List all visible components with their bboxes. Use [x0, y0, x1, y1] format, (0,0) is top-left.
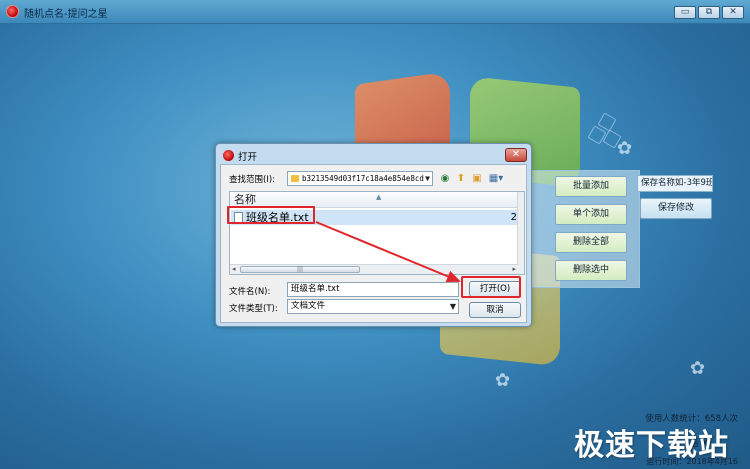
filename-label: 文件名(N): [229, 287, 271, 297]
save-changes-button[interactable]: 保存修改 [640, 198, 712, 219]
filetype-select[interactable]: 文档文件 ▼ [287, 299, 459, 314]
open-file-dialog: 打开 ✕ 查找范围(I): b3213549d03f17c18a4e854e8c… [215, 143, 532, 327]
dialog-body: 查找范围(I): b3213549d03f17c18a4e854e8cd ▼ ◉… [220, 164, 527, 323]
title-bar: 随机点名-提问之星 ▭ ⧉ ✕ [0, 0, 750, 24]
filename-input[interactable]: 班级名单.txt [287, 282, 459, 297]
look-in-label: 查找范围(I): [229, 175, 276, 185]
delete-selected-button[interactable]: 删除选中 [555, 260, 627, 281]
runtime-text: 运行时间：2018年4月16 [646, 457, 738, 466]
scroll-left-icon[interactable]: ◂ [232, 265, 236, 273]
decor-flower-icon: ✿ [690, 358, 706, 379]
close-window-button[interactable]: ✕ [722, 6, 744, 19]
app-logo-icon [6, 5, 19, 18]
dialog-title: 打开 [238, 152, 258, 163]
new-folder-icon[interactable]: ▣ [471, 173, 483, 185]
scroll-right-icon[interactable]: ▸ [512, 265, 516, 273]
delete-all-button[interactable]: 删除全部 [555, 232, 627, 253]
dialog-app-icon [223, 150, 234, 161]
look-in-select[interactable]: b3213549d03f17c18a4e854e8cd ▼ [287, 171, 433, 186]
folder-icon [291, 175, 299, 182]
chevron-down-icon: ▼ [425, 174, 430, 183]
file-highlight-box [227, 206, 315, 224]
chevron-down-icon: ▼ [449, 302, 456, 311]
back-icon[interactable]: ◉ [439, 173, 451, 185]
open-button-highlight-box [461, 276, 521, 298]
scroll-thumb[interactable]: ||| [240, 266, 360, 273]
minimize-button[interactable]: ▭ [674, 6, 696, 19]
look-in-value: b3213549d03f17c18a4e854e8cd [302, 174, 424, 183]
batch-add-button[interactable]: 批量添加 [555, 176, 627, 197]
single-add-button[interactable]: 单个添加 [555, 204, 627, 225]
up-folder-icon[interactable]: ⬆ [455, 173, 467, 185]
restore-button[interactable]: ⧉ [698, 6, 720, 19]
cancel-button[interactable]: 取消 [469, 302, 521, 318]
decor-flower-icon: ✿ [495, 370, 511, 391]
window-title: 随机点名-提问之星 [24, 9, 108, 20]
view-menu-icon[interactable]: ▦▾ [487, 173, 505, 185]
decor-flower-icon: ✿ [617, 138, 633, 159]
vertical-scrollbar[interactable] [517, 192, 524, 274]
filetype-label: 文件类型(T): [229, 304, 278, 314]
file-list[interactable]: 名称 ▲ 班级名单.txt 2 ◂ ||| ▸ [229, 191, 525, 275]
horizontal-scrollbar[interactable]: ◂ ||| ▸ [230, 264, 518, 274]
filetype-value: 文档文件 [291, 301, 326, 311]
config-name-field[interactable]: 保存名称如-3年9班 [637, 175, 713, 192]
sort-arrow-icon: ▲ [376, 193, 382, 201]
dialog-close-button[interactable]: ✕ [505, 148, 527, 162]
